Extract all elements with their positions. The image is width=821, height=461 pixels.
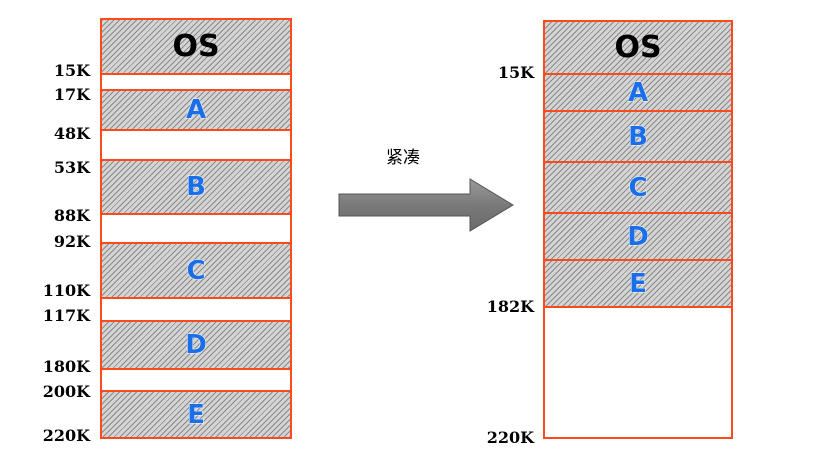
address-label: 220K [42,426,90,445]
address-label: 180K [42,357,90,376]
process-label-b: B [186,172,207,202]
process-label-a: A [185,95,207,125]
right-arrow-icon [338,178,514,232]
free-block-2 [100,129,292,161]
address-label: 17K [53,85,90,104]
process-block-c: C [100,242,292,299]
process-label-c: C [628,172,648,203]
free-block-combined [543,306,733,439]
process-block-b: B [100,159,292,215]
address-label: 53K [53,158,90,177]
free-block-4 [100,297,292,322]
process-label-d: D [185,330,208,360]
address-label: 15K [497,63,534,82]
process-label-e: E [187,399,206,430]
address-label: 110K [42,281,90,300]
address-label: 200K [42,382,90,401]
compaction-label: 紧凑 [386,148,420,168]
address-label: 220K [486,428,534,447]
process-label-a: A [627,77,649,108]
address-label: 48K [53,124,90,143]
address-label: 88K [53,206,90,225]
process-block-a: A [100,89,292,131]
address-label: 15K [53,61,90,80]
process-block-a: A [543,73,733,112]
free-block-5 [100,368,292,392]
os-label: OS [614,29,662,65]
process-block-e: E [100,390,292,439]
address-label: 182K [486,297,534,316]
process-block-e: E [543,259,733,308]
os-label: OS [172,28,220,64]
process-label-c: C [186,255,206,286]
process-block-d: D [100,320,292,370]
os-block: OS [100,18,292,75]
process-block-d: D [543,212,733,261]
os-block: OS [543,20,733,75]
address-label: 92K [53,232,90,251]
process-block-c: C [543,161,733,214]
free-block-3 [100,213,292,244]
process-label-d: D [627,221,650,252]
left-memory-column: OS A B C D E [100,18,292,439]
right-memory-column: OS A B C D E [543,20,733,439]
process-block-b: B [543,110,733,163]
process-label-b: B [628,121,649,152]
address-label: 117K [42,306,90,325]
process-label-e: E [629,268,648,299]
